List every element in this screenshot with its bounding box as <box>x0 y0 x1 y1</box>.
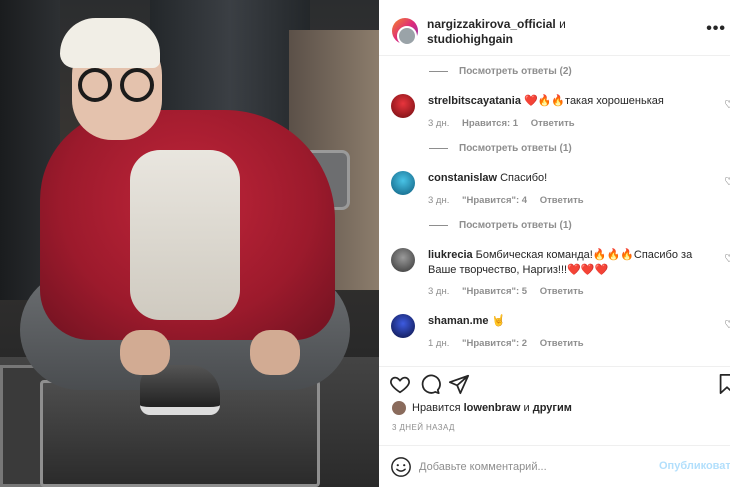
author-conjunction: и <box>559 17 566 31</box>
photo-person-hair <box>60 18 160 68</box>
add-comment-bar: Опубликовать <box>379 445 730 487</box>
post-actions <box>379 366 730 396</box>
replies-line <box>429 148 448 149</box>
comment-input[interactable] <box>419 458 649 476</box>
comment-reply-button[interactable]: Ответить <box>531 118 575 129</box>
likes-others-link[interactable]: другим <box>533 402 572 414</box>
comment-text: constanislaw Спасибо! <box>428 171 723 186</box>
heart-icon[interactable]: ♡ <box>724 175 730 188</box>
comment-text: liukrecia Бомбическая команда!🔥🔥🔥Спасибо … <box>428 248 723 278</box>
like-heart-icon[interactable] <box>389 373 411 395</box>
comment-reply-button[interactable]: Ответить <box>540 195 584 206</box>
comment-likes[interactable]: "Нравится": 2 <box>462 338 527 349</box>
comment-avatar[interactable] <box>391 314 415 338</box>
photo-person-shirt <box>130 150 240 320</box>
author-avatar[interactable] <box>392 18 418 46</box>
share-send-icon[interactable] <box>448 373 470 395</box>
comment-meta: 3 дн. Нравится: 1 Ответить <box>428 118 585 129</box>
bookmark-icon[interactable] <box>716 373 730 395</box>
liker-username[interactable]: lowenbraw <box>464 402 521 414</box>
emoji-smile-icon[interactable] <box>390 456 412 478</box>
comment-avatar[interactable] <box>391 94 415 118</box>
coauthor-username[interactable]: studiohighgain <box>427 32 513 46</box>
comment-meta: 3 дн. "Нравится": 5 Ответить <box>428 286 594 297</box>
comment-meta: 3 дн. "Нравится": 4 Ответить <box>428 195 594 206</box>
view-replies-label: Посмотреть ответы (1) <box>459 220 572 231</box>
heart-icon[interactable]: ♡ <box>724 252 730 265</box>
post-side-panel: nargizzakirova_official и studiohighgain… <box>379 0 730 487</box>
view-replies-button[interactable]: Посмотреть ответы (1) <box>429 143 572 154</box>
comment-avatar[interactable] <box>391 171 415 195</box>
comment-body: 🤘 <box>491 315 506 327</box>
photo-person-glasses <box>78 68 158 102</box>
comment-username[interactable]: liukrecia <box>428 249 473 261</box>
view-replies-label: Посмотреть ответы (2) <box>459 66 572 77</box>
comment-username[interactable]: strelbitscayatania <box>428 95 521 107</box>
photo-person-hand-left <box>120 330 170 375</box>
comment-username[interactable]: shaman.me <box>428 315 489 327</box>
author-username[interactable]: nargizzakirova_official <box>427 17 556 31</box>
view-replies-button[interactable]: Посмотреть ответы (1) <box>429 220 572 231</box>
comment-text: shaman.me 🤘 <box>428 314 723 329</box>
comments-list[interactable]: Посмотреть ответы (2) strelbitscayatania… <box>379 56 730 366</box>
post-header: nargizzakirova_official и studiohighgain… <box>379 6 730 56</box>
view-replies-button[interactable]: Посмотреть ответы (2) <box>429 66 572 77</box>
comment-reply-button[interactable]: Ответить <box>540 338 584 349</box>
view-replies-label: Посмотреть ответы (1) <box>459 143 572 154</box>
replies-line <box>429 71 448 72</box>
comment-time[interactable]: 3 дн. <box>428 195 449 206</box>
likes-and: и <box>523 402 530 414</box>
more-dots-icon[interactable]: ••• <box>706 20 726 38</box>
comment-likes[interactable]: Нравится: 1 <box>462 118 518 129</box>
replies-line <box>429 225 448 226</box>
likes-prefix: Нравится <box>412 402 461 414</box>
post-date[interactable]: 3 ДНЕЙ НАЗАД <box>392 423 455 432</box>
comment-username[interactable]: constanislaw <box>428 172 497 184</box>
heart-icon[interactable]: ♡ <box>724 318 730 331</box>
comment-text: strelbitscayatania ❤️🔥🔥такая хорошенькая <box>428 94 723 109</box>
comment-time[interactable]: 3 дн. <box>428 286 449 297</box>
liker-avatar[interactable] <box>392 401 406 415</box>
likes-summary: Нравится lowenbraw и другим <box>392 401 572 415</box>
photo-person-hand-right <box>250 330 300 375</box>
comment-body: Спасибо! <box>500 172 548 184</box>
post-authors: nargizzakirova_official и studiohighgain <box>427 17 566 47</box>
comment-bubble-icon[interactable] <box>419 373 441 395</box>
post-photo[interactable] <box>0 0 379 487</box>
comment-likes[interactable]: "Нравится": 4 <box>462 195 527 206</box>
comment-time[interactable]: 3 дн. <box>428 118 449 129</box>
comment-time[interactable]: 1 дн. <box>428 338 449 349</box>
comment-avatar[interactable] <box>391 248 415 272</box>
publish-button[interactable]: Опубликовать <box>659 460 730 472</box>
comment-body: ❤️🔥🔥такая хорошенькая <box>523 95 664 107</box>
comment-likes[interactable]: "Нравится": 5 <box>462 286 527 297</box>
heart-icon[interactable]: ♡ <box>724 98 730 111</box>
comment-meta: 1 дн. "Нравится": 2 Ответить <box>428 338 594 349</box>
comment-reply-button[interactable]: Ответить <box>540 286 584 297</box>
